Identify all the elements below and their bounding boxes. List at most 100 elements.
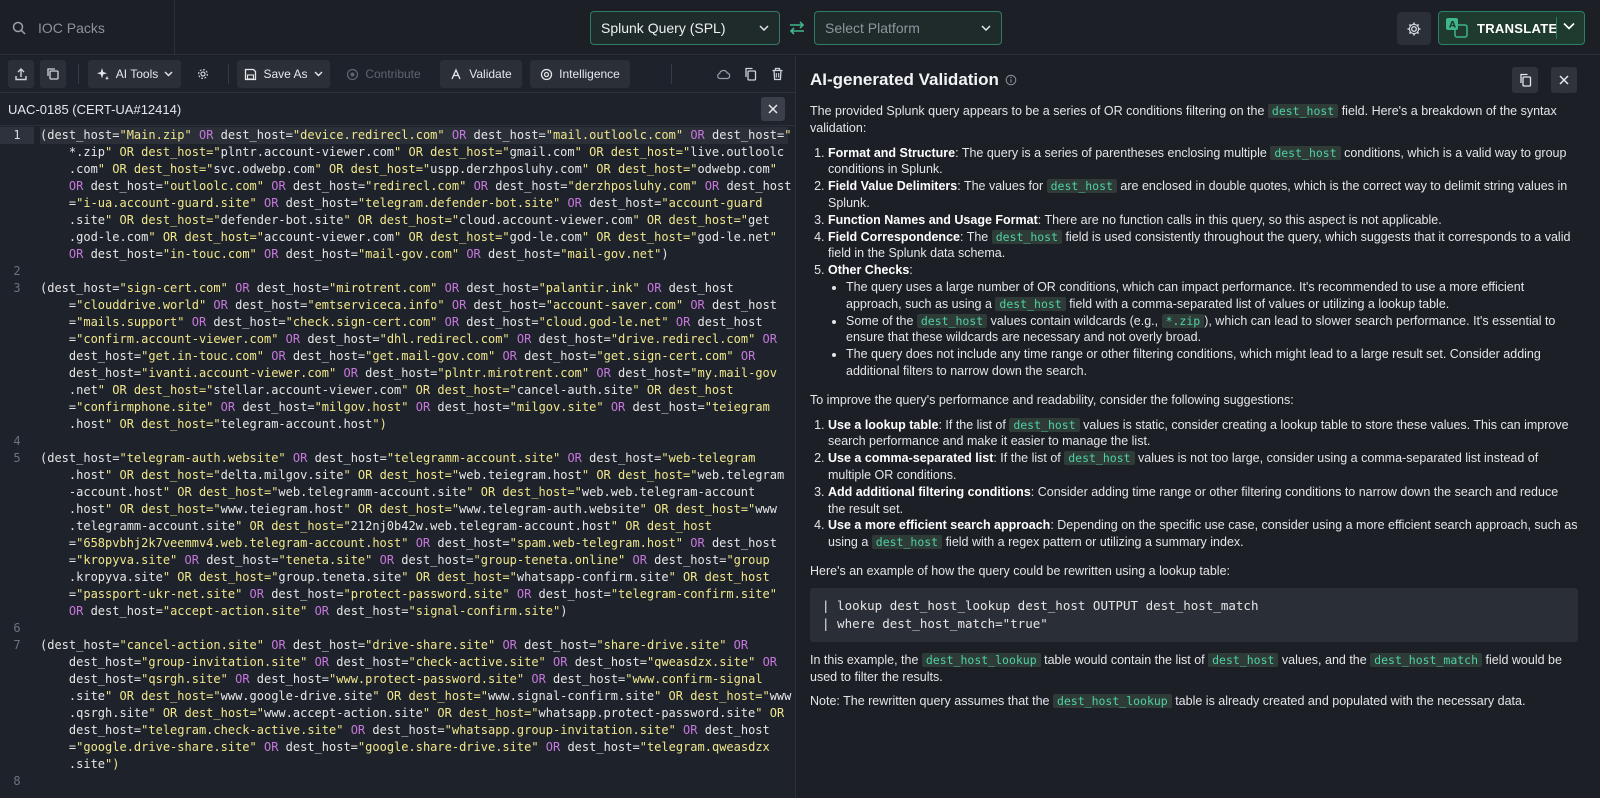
code-text: .qsrgh.site" OR dest_host="www.accept-ac… (40, 706, 785, 720)
file-name: UAC-0185 (CERT-UA#12414) (8, 101, 182, 117)
ioc-packs-search[interactable] (0, 0, 175, 55)
close-icon (768, 104, 778, 114)
toolbar-divider (671, 64, 672, 84)
other-check-item: The query does not include any time rang… (846, 346, 1578, 380)
save-as-button[interactable]: Save As (237, 60, 330, 88)
svg-text:A: A (1449, 21, 1456, 31)
delete-button[interactable] (766, 60, 788, 88)
upload-icon (15, 68, 27, 81)
code-text: .host" OR dest_host="telegram-account.ho… (40, 417, 387, 431)
code-line[interactable]: 5 (dest_host="telegram-auth.website" OR d… (13, 450, 788, 620)
code-line[interactable]: 3 (dest_host="sign-cert.com" OR dest_host… (13, 280, 788, 433)
contribute-button[interactable]: Contribute (339, 60, 428, 88)
chevron-down-icon (164, 71, 173, 77)
code-text: (dest_host="cancel-action.site" OR dest_… (40, 638, 749, 652)
copy-icon (1519, 73, 1531, 87)
line-number: 3 (13, 281, 21, 295)
code-line[interactable]: 7 (dest_host="cancel-action.site" OR dest… (13, 637, 792, 773)
validate-button[interactable]: Validate (440, 60, 522, 88)
cloud-icon (716, 69, 730, 80)
sparkle-icon (96, 68, 109, 81)
contribute-icon (347, 68, 359, 80)
code-text: dest_host="ivanti.account-viewer.com" OR… (40, 366, 777, 380)
search-input[interactable] (38, 19, 158, 36)
upload-button[interactable] (8, 60, 34, 88)
check-item: Other Checks: The query uses a large num… (828, 262, 1578, 380)
check-item: Field Correspondence: The dest_host fiel… (828, 229, 1578, 263)
code-text: ="kropyva.site" OR dest_host="teneta.sit… (40, 553, 770, 567)
code-text: .site" OR dest_host="www.google-drive.si… (40, 689, 792, 703)
other-checks-list: The query uses a large number of OR cond… (828, 279, 1578, 380)
info-icon[interactable] (1005, 74, 1017, 86)
ai-settings-button[interactable] (190, 60, 216, 88)
code-line[interactable]: 4 (13, 433, 788, 450)
check-text: : There are no function calls in this qu… (1037, 212, 1442, 227)
example-intro: Here's an example of how the query could… (810, 563, 1230, 578)
note: Note: The rewritten query assumes that t… (810, 693, 1578, 710)
settings-button[interactable] (1397, 12, 1431, 45)
explanation-text: table would contain the list of (1040, 652, 1209, 667)
target-platform-select[interactable]: Select Platform (814, 11, 1002, 45)
other-text: field with a comma-separated list of val… (1065, 296, 1450, 311)
close-validation-button[interactable] (1551, 67, 1577, 93)
ai-tools-button[interactable]: AI Tools (88, 60, 181, 88)
other-check-item: The query uses a large number of OR cond… (846, 279, 1578, 313)
close-file-button[interactable] (761, 97, 785, 121)
line-number: 5 (13, 451, 21, 465)
editor-toolbar: AI Tools Save As Contribute Validate Int… (0, 56, 796, 92)
gear-icon (1407, 22, 1421, 35)
line-number: 8 (13, 774, 21, 788)
copy-validation-button[interactable] (1512, 67, 1538, 93)
match-tag: dest_host_match (1370, 652, 1483, 667)
trash-icon (772, 67, 782, 81)
code-text: OR dest_host="in-touc.com" OR dest_host=… (68, 247, 669, 261)
validation-panel: AI-generated Validation The provided Spl… (797, 56, 1600, 798)
code-text: ="confirmphone.site" OR dest_host="milgo… (40, 400, 770, 414)
translate-label: TRANSLATE (1477, 20, 1558, 36)
example-code-block[interactable]: | lookup dest_host_lookup dest_host OUTP… (810, 587, 1578, 642)
suggestion-title: Use a more efficient search approach (828, 518, 1051, 533)
copy-panels-button[interactable] (40, 60, 66, 88)
code-editor[interactable]: 1 (dest_host="Main.zip" OR dest_host="dev… (0, 127, 796, 798)
field-tag: dest_host (1046, 179, 1117, 194)
code-text: ="i-ua.account-guard.site" OR dest_host=… (40, 196, 763, 210)
line-number: 6 (13, 621, 21, 635)
check-title: Field Correspondence (828, 229, 960, 244)
file-tab[interactable]: UAC-0185 (CERT-UA#12414) (0, 92, 796, 126)
code-text: (dest_host="telegram-auth.website" OR de… (40, 451, 756, 465)
code-line[interactable]: 8 (13, 773, 788, 790)
code-text: ="passport-ukr-net.site" OR dest_host="p… (40, 587, 777, 601)
check-text: : The values for (957, 179, 1047, 194)
suggestion-item: Use a comma-separated list: If the list … (828, 450, 1578, 484)
chevron-down-icon[interactable] (1563, 22, 1575, 30)
code-text: dest_host="telegram.check-active.site" O… (40, 723, 770, 737)
intelligence-label: Intelligence (559, 67, 620, 81)
code-line[interactable]: 2 (13, 263, 788, 280)
code-text: ="658pvbhj2k7veemmv4.web.telegram-accoun… (40, 536, 777, 550)
wildcard-tag: *.zip (1161, 313, 1205, 328)
check-title: Field Value Delimiters (828, 179, 958, 194)
code-content[interactable]: 1 (dest_host="Main.zip" OR dest_host="dev… (0, 127, 792, 790)
toolbar-divider (228, 64, 229, 84)
validation-title-text: AI-generated Validation (810, 70, 999, 89)
field-tag: dest_host (991, 229, 1063, 244)
translate-button[interactable]: A TRANSLATE (1438, 11, 1585, 45)
intelligence-button[interactable]: Intelligence (530, 60, 630, 88)
copy-button[interactable] (739, 60, 761, 88)
suggestions-intro: To improve the query's performance and r… (810, 392, 1294, 407)
code-text: .com" OR dest_host="svc.odwebp.com" OR d… (40, 162, 777, 176)
cloud-sync-button[interactable] (712, 60, 734, 88)
swap-icon[interactable] (787, 18, 807, 38)
ai-tools-label: AI Tools (115, 67, 159, 81)
code-line[interactable]: 6 (13, 620, 788, 637)
code-text: .host" OR dest_host="delta.milgov.site" … (40, 468, 785, 482)
copy-icon (744, 67, 756, 81)
code-line[interactable]: 1 (dest_host="Main.zip" OR dest_host="dev… (0, 127, 791, 263)
suggestion-item: Add additional filtering conditions: Con… (828, 484, 1578, 518)
validation-title: AI-generated Validation (810, 70, 1017, 90)
source-language-select[interactable]: Splunk Query (SPL) (590, 11, 780, 45)
toolbar-divider (78, 64, 79, 84)
validation-content: The provided Splunk query appears to be … (810, 103, 1578, 718)
code-text: -account.host" OR dest_host="web.telegra… (40, 485, 756, 499)
code-text: .kropyva.site" OR dest_host="group.tenet… (40, 570, 770, 584)
